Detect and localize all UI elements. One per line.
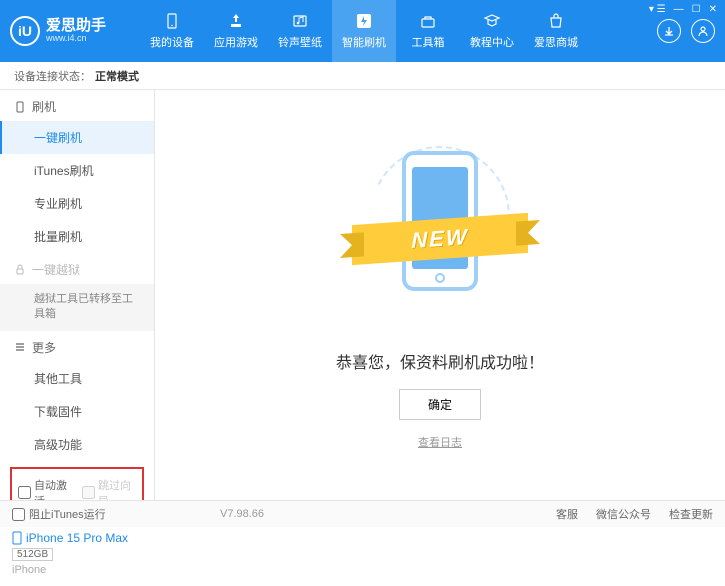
device-info: iPhone 15 Pro Max 512GB iPhone xyxy=(0,525,154,586)
footer-link-update[interactable]: 检查更新 xyxy=(669,506,713,522)
footer-link-wechat[interactable]: 微信公众号 xyxy=(596,506,651,522)
nav-label: 应用游戏 xyxy=(214,34,258,50)
sidebar-item-advanced[interactable]: 高级功能 xyxy=(0,428,154,461)
device-name-text: iPhone 15 Pro Max xyxy=(26,531,128,545)
nav-tutorial[interactable]: 教程中心 xyxy=(460,0,524,62)
status-prefix: 设备连接状态： xyxy=(14,68,91,84)
flash-icon xyxy=(355,12,373,30)
sidebar-item-oneclick-flash[interactable]: 一键刷机 xyxy=(0,121,154,154)
phone-icon xyxy=(12,531,22,545)
header: iU 爱思助手 www.i4.cn 我的设备 应用游戏 铃声壁纸 智能刷机 工具… xyxy=(0,0,725,62)
sidebar-group-more[interactable]: 更多 xyxy=(0,331,154,362)
nav-label: 爱思商城 xyxy=(534,34,578,50)
nav-label: 工具箱 xyxy=(412,34,445,50)
nav-label: 教程中心 xyxy=(470,34,514,50)
sidebar-item-itunes-flash[interactable]: iTunes刷机 xyxy=(0,154,154,187)
top-nav: 我的设备 应用游戏 铃声壁纸 智能刷机 工具箱 教程中心 爱思商城 xyxy=(140,0,657,62)
nav-apps[interactable]: 应用游戏 xyxy=(204,0,268,62)
flash-group-icon xyxy=(14,101,26,113)
sidebar-item-pro-flash[interactable]: 专业刷机 xyxy=(0,187,154,220)
more-icon xyxy=(14,341,26,353)
nav-label: 我的设备 xyxy=(150,34,194,50)
confirm-button[interactable]: 确定 xyxy=(399,389,481,420)
sidebar: 刷机 一键刷机 iTunes刷机 专业刷机 批量刷机 一键越狱 越狱工具已转移至… xyxy=(0,90,155,500)
sidebar-jailbreak-note: 越狱工具已转移至工具箱 xyxy=(0,284,154,331)
version-label: V7.98.66 xyxy=(220,508,264,520)
lock-icon xyxy=(14,264,26,276)
nav-my-device[interactable]: 我的设备 xyxy=(140,0,204,62)
logo-icon: iU xyxy=(10,16,40,46)
device-icon xyxy=(163,12,181,30)
nav-label: 智能刷机 xyxy=(342,34,386,50)
minimize-icon[interactable]: — xyxy=(674,4,684,15)
toolbox-icon xyxy=(419,12,437,30)
footer: 阻止iTunes运行 V7.98.66 客服 微信公众号 检查更新 xyxy=(0,500,725,527)
sidebar-item-download-firmware[interactable]: 下载固件 xyxy=(0,395,154,428)
ringtone-icon xyxy=(291,12,309,30)
sidebar-group-flash[interactable]: 刷机 xyxy=(0,90,154,121)
gift-icon[interactable]: ▾ ☰ xyxy=(649,4,666,15)
sidebar-group-label: 更多 xyxy=(32,339,56,356)
block-itunes-checkbox[interactable]: 阻止iTunes运行 xyxy=(12,506,106,522)
sidebar-item-other-tools[interactable]: 其他工具 xyxy=(0,362,154,395)
download-button[interactable] xyxy=(657,19,681,43)
app-url: www.i4.cn xyxy=(46,34,106,44)
nav-toolbox[interactable]: 工具箱 xyxy=(396,0,460,62)
success-illustration: NEW xyxy=(340,141,540,331)
nav-flash[interactable]: 智能刷机 xyxy=(332,0,396,62)
apps-icon xyxy=(227,12,245,30)
status-bar: 设备连接状态： 正常模式 xyxy=(0,62,725,90)
ribbon-text: NEW xyxy=(411,223,468,253)
store-icon xyxy=(547,12,565,30)
success-message: 恭喜您，保资料刷机成功啦！ xyxy=(336,349,544,373)
view-log-link[interactable]: 查看日志 xyxy=(418,434,462,450)
footer-link-support[interactable]: 客服 xyxy=(556,506,578,522)
nav-ringtone[interactable]: 铃声壁纸 xyxy=(268,0,332,62)
sidebar-group-jailbreak: 一键越狱 xyxy=(0,253,154,284)
status-mode: 正常模式 xyxy=(95,68,139,84)
logo: iU 爱思助手 www.i4.cn xyxy=(10,16,140,46)
nav-label: 铃声壁纸 xyxy=(278,34,322,50)
checkbox-skip-guide-input[interactable] xyxy=(82,486,95,499)
user-button[interactable] xyxy=(691,19,715,43)
main-content: NEW 恭喜您，保资料刷机成功啦！ 确定 查看日志 xyxy=(155,90,725,500)
device-type: iPhone xyxy=(12,564,142,576)
close-icon[interactable]: ✕ xyxy=(709,4,717,15)
tutorial-icon xyxy=(483,12,501,30)
device-storage: 512GB xyxy=(12,548,53,561)
nav-store[interactable]: 爱思商城 xyxy=(524,0,588,62)
app-title: 爱思助手 xyxy=(46,18,106,35)
sidebar-item-batch-flash[interactable]: 批量刷机 xyxy=(0,220,154,253)
sidebar-group-label: 刷机 xyxy=(32,98,56,115)
checkbox-label: 阻止iTunes运行 xyxy=(29,506,106,522)
block-itunes-input[interactable] xyxy=(12,508,25,521)
sidebar-group-label: 一键越狱 xyxy=(32,261,80,278)
checkbox-auto-activate-input[interactable] xyxy=(18,486,31,499)
device-name[interactable]: iPhone 15 Pro Max xyxy=(12,531,142,545)
maximize-icon[interactable]: ☐ xyxy=(692,4,701,15)
